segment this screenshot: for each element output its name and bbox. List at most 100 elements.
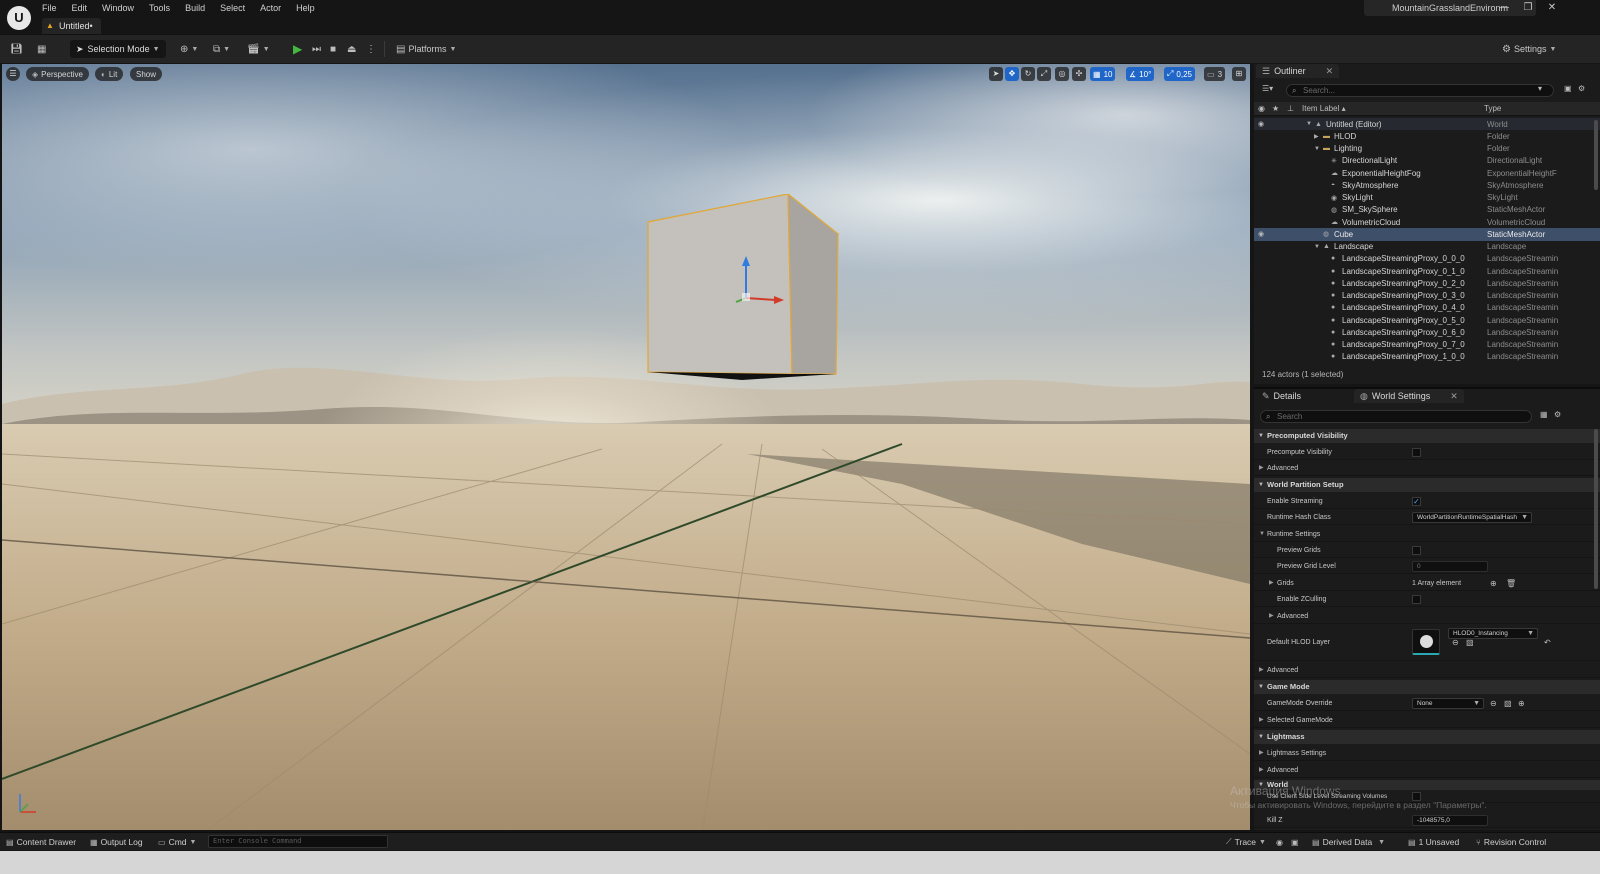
- eject-button[interactable]: ⏏︎: [347, 41, 356, 57]
- prop-runtime-settings[interactable]: ▼ Runtime Settings: [1254, 527, 1600, 542]
- cmd-dropdown[interactable]: ▭ Cmd ▼: [158, 836, 196, 848]
- trace-dropdown[interactable]: ⟋ Trace ▼: [1226, 836, 1266, 848]
- outliner-row[interactable]: ◍ SM_SkySphere StaticMeshActor: [1254, 204, 1600, 216]
- browse-icon[interactable]: ⊖: [1490, 696, 1497, 711]
- prop-advanced[interactable]: ▶ Advanced: [1254, 461, 1600, 476]
- outliner-scrollbar[interactable]: [1594, 120, 1598, 190]
- outliner-row[interactable]: ● LandscapeStreamingProxy_0_3_0 LandscapeS…: [1254, 290, 1600, 302]
- maximize-button[interactable]: ❐: [1520, 2, 1536, 13]
- grid-snap-toggle[interactable]: ▦ 10: [1090, 67, 1116, 81]
- lit-button[interactable]: ◐ Lit: [95, 67, 124, 81]
- world-settings-tab[interactable]: ◍ World Settings ✕: [1354, 389, 1464, 403]
- level-document-tab[interactable]: ▲ Untitled•: [42, 18, 101, 34]
- runtime-hash-class-dropdown[interactable]: WorldPartitionRuntimeSpatialHash ▼: [1412, 512, 1532, 523]
- add-icon[interactable]: ⊕: [1518, 696, 1525, 711]
- item-label-column[interactable]: Item Label ▴: [1302, 104, 1346, 113]
- scale-icon[interactable]: ⤢: [1037, 67, 1051, 81]
- add-actor-button[interactable]: ⊕ ▼: [180, 41, 198, 57]
- outliner-row[interactable]: ● LandscapeStreamingProxy_0_5_0 LandscapeS…: [1254, 314, 1600, 326]
- platforms-dropdown[interactable]: ▤ Platforms ▼: [396, 41, 456, 57]
- blueprints-button[interactable]: ⧉ ▼: [213, 41, 230, 57]
- outliner-row[interactable]: ● LandscapeStreamingProxy_0_1_0 LandscapeS…: [1254, 265, 1600, 277]
- browse-level-icon[interactable]: ▦: [37, 41, 46, 57]
- hlod-layer-dropdown[interactable]: HLOD0_Instancing ▼: [1448, 628, 1538, 639]
- outliner-row[interactable]: ◉ ◍ Cube StaticMeshActor: [1254, 228, 1600, 241]
- details-tab[interactable]: ✎ Details: [1256, 389, 1308, 403]
- precompute-visibility-checkbox[interactable]: [1412, 448, 1421, 457]
- prop-lightmass-advanced[interactable]: ▶ Advanced: [1254, 763, 1600, 778]
- prop-lightmass-settings[interactable]: ▶ Lightmass Settings: [1254, 746, 1600, 761]
- level-viewport[interactable]: ☰ ◈ Perspective ◐ Lit Show ➤ ✥ ↻ ⤢ ◎ ✣ ▦ 10…: [2, 64, 1250, 830]
- rotate-icon[interactable]: ↻: [1021, 67, 1035, 81]
- expand-arrow-icon[interactable]: ▼: [1306, 121, 1312, 127]
- cube-actor[interactable]: [642, 194, 842, 384]
- add-folder-icon[interactable]: ▣: [1564, 84, 1572, 93]
- surface-snap-icon[interactable]: ✣: [1072, 67, 1086, 81]
- close-tab-icon[interactable]: ✕: [1326, 66, 1334, 77]
- outliner-tab[interactable]: ☰ Outliner ✕: [1256, 64, 1340, 78]
- section-precomputed-visibility[interactable]: ▼ Precomputed Visibility: [1254, 429, 1600, 443]
- world-space-icon[interactable]: ◎: [1055, 67, 1069, 81]
- translate-icon[interactable]: ✥: [1005, 67, 1019, 81]
- visibility-eye-icon[interactable]: ◉: [1258, 230, 1264, 238]
- outliner-row[interactable]: ● LandscapeStreamingProxy_0_4_0 LandscapeS…: [1254, 302, 1600, 314]
- enable-zculling-checkbox[interactable]: [1412, 595, 1421, 604]
- outliner-row[interactable]: ● LandscapeStreamingProxy_1_0_0 LandscapeS…: [1254, 351, 1600, 362]
- menu-tools[interactable]: Tools: [149, 1, 170, 15]
- menu-file[interactable]: File: [42, 1, 57, 15]
- details-search-input[interactable]: ⌕ Search: [1260, 410, 1532, 423]
- play-button[interactable]: ▶: [293, 41, 302, 57]
- kill-z-input[interactable]: -1048575,0: [1412, 815, 1488, 826]
- minimize-button[interactable]: —: [1496, 2, 1512, 13]
- rotation-snap-toggle[interactable]: ∡ 10°: [1126, 67, 1155, 81]
- play-options-button[interactable]: ⋮: [366, 41, 376, 57]
- cinematics-button[interactable]: 🎬︎ ▼: [247, 41, 270, 57]
- expand-arrow-icon[interactable]: ▶: [1314, 133, 1319, 140]
- menu-build[interactable]: Build: [185, 1, 205, 15]
- outliner-row[interactable]: ● LandscapeStreamingProxy_0_6_0 LandscapeS…: [1254, 326, 1600, 338]
- outliner-row[interactable]: ☁ VolumetricCloud VolumetricCloud: [1254, 216, 1600, 228]
- outliner-row[interactable]: ● LandscapeStreamingProxy_0_2_0 LandscapeS…: [1254, 277, 1600, 289]
- outliner-row[interactable]: ✳ DirectionalLight DirectionalLight: [1254, 155, 1600, 167]
- menu-select[interactable]: Select: [220, 1, 245, 15]
- viewport-options-button[interactable]: ☰: [6, 67, 20, 81]
- trash-icon[interactable]: 🗑︎: [1506, 576, 1516, 591]
- preview-grids-checkbox[interactable]: [1412, 546, 1421, 555]
- prop-runtime-advanced[interactable]: ▶ Advanced: [1254, 609, 1600, 624]
- outliner-search-input[interactable]: ⌕ Search...: [1286, 84, 1554, 97]
- select-mode-icon[interactable]: ➤: [989, 67, 1003, 81]
- perspective-button[interactable]: ◈ Perspective: [26, 67, 89, 81]
- details-settings-icon[interactable]: ⚙: [1554, 410, 1561, 419]
- hlod-asset-thumbnail[interactable]: [1412, 629, 1440, 655]
- revision-control-button[interactable]: ⑂ Revision Control: [1476, 836, 1546, 848]
- add-element-icon[interactable]: ⊕: [1490, 576, 1497, 591]
- outliner-row[interactable]: ● LandscapeStreamingProxy_0_0_0 LandscapeS…: [1254, 253, 1600, 265]
- scale-snap-toggle[interactable]: ⤢ 0,25: [1164, 67, 1195, 81]
- camera-speed-button[interactable]: ▭ 3: [1204, 67, 1226, 81]
- preview-grid-level-input[interactable]: 0: [1412, 561, 1488, 572]
- outliner-row[interactable]: ▶ ▬ HLOD Folder: [1254, 130, 1600, 142]
- unreal-logo-icon[interactable]: U: [7, 6, 31, 30]
- menu-edit[interactable]: Edit: [72, 1, 88, 15]
- selection-mode-dropdown[interactable]: ➤ Selection Mode ▼: [70, 40, 166, 58]
- enable-streaming-checkbox[interactable]: ✓: [1412, 497, 1421, 506]
- screenshot-icon[interactable]: ▣: [1291, 836, 1302, 848]
- pin-column-icon[interactable]: ⊥: [1287, 104, 1294, 113]
- section-world-partition-setup[interactable]: ▼ World Partition Setup: [1254, 478, 1600, 492]
- edit-icon[interactable]: ▧: [1504, 696, 1512, 711]
- filter-icon[interactable]: ☰▾: [1262, 84, 1273, 93]
- stop-button[interactable]: ■: [330, 41, 336, 57]
- gamemode-override-dropdown[interactable]: None ▼: [1412, 698, 1484, 709]
- outliner-row[interactable]: ◉ SkyLight SkyLight: [1254, 192, 1600, 204]
- browse-asset-icon[interactable]: ⊖: [1452, 634, 1459, 652]
- section-lightmass[interactable]: ▼ Lightmass: [1254, 730, 1600, 744]
- details-scrollbar[interactable]: [1594, 429, 1598, 589]
- expand-arrow-icon[interactable]: ▼: [1314, 146, 1320, 152]
- search-dropdown-icon[interactable]: ▾: [1538, 84, 1542, 93]
- prop-selected-gamemode[interactable]: ▶ Selected GameMode: [1254, 713, 1600, 728]
- expand-arrow-icon[interactable]: ▼: [1314, 244, 1320, 250]
- save-icon[interactable]: 💾︎: [10, 41, 23, 57]
- table-view-icon[interactable]: ▦: [1540, 410, 1548, 419]
- close-tab-icon[interactable]: ✕: [1450, 391, 1458, 402]
- derived-data-dropdown[interactable]: ▤ Derived Data ▼: [1312, 836, 1385, 848]
